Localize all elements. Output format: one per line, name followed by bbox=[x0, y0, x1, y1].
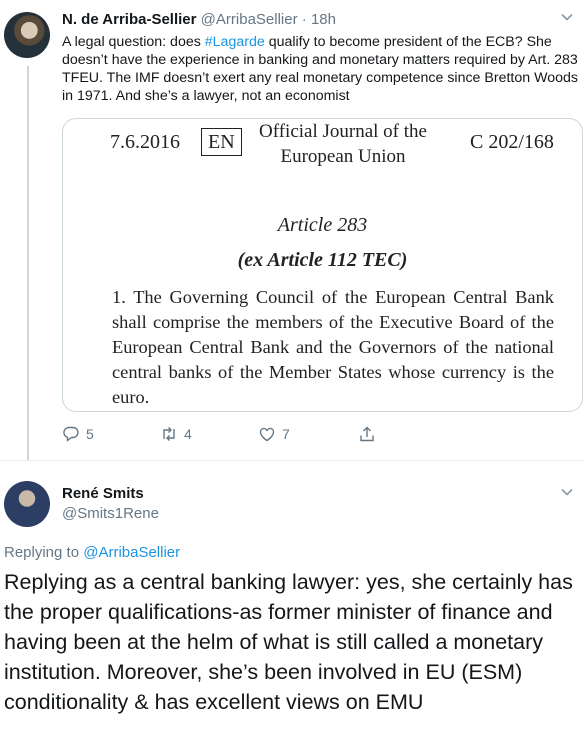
reply-count: 5 bbox=[86, 426, 94, 442]
like-button[interactable]: 7 bbox=[258, 425, 290, 443]
tweet-reply[interactable]: René Smits @Smits1Rene Replying to @Arri… bbox=[0, 460, 584, 750]
retweet-button[interactable]: 4 bbox=[160, 425, 192, 443]
reply-icon bbox=[63, 426, 79, 442]
thread-connector bbox=[27, 66, 29, 470]
like-count: 7 bbox=[282, 426, 290, 442]
author-handle[interactable]: @Smits1Rene bbox=[62, 505, 159, 522]
retweet-count: 4 bbox=[184, 426, 192, 442]
tweet-text: Replying as a central banking lawyer: ye… bbox=[4, 570, 573, 714]
chevron-down-icon[interactable] bbox=[560, 10, 574, 24]
like-icon bbox=[259, 427, 275, 442]
author-name[interactable]: N. de Arriba-Sellier bbox=[62, 11, 197, 28]
doc-journal-line1: Official Journal of the bbox=[259, 121, 427, 142]
replying-to: Replying to @ArribaSellier bbox=[4, 544, 180, 561]
tweet-time[interactable]: 18h bbox=[311, 11, 336, 28]
tweet-text: A legal question: does #Lagarde qualify … bbox=[62, 33, 582, 105]
doc-date: 7.6.2016 bbox=[110, 131, 180, 153]
doc-reference: C 202/168 bbox=[470, 131, 554, 153]
tweet-image[interactable]: 7.6.2016 EN Official Journal of the Euro… bbox=[62, 118, 583, 412]
share-icon bbox=[360, 426, 374, 442]
doc-language-box: EN bbox=[201, 128, 242, 156]
author-handle[interactable]: @ArribaSellier bbox=[201, 11, 298, 28]
separator: · bbox=[297, 11, 311, 28]
share-button[interactable] bbox=[358, 425, 376, 443]
doc-paragraph: 1. The Governing Council of the European… bbox=[112, 287, 554, 407]
author-name[interactable]: René Smits bbox=[62, 485, 144, 502]
doc-journal-line2: European Union bbox=[280, 146, 406, 167]
tweet-actions: 5 4 7 bbox=[62, 425, 392, 447]
doc-article-title: Article 283 bbox=[277, 214, 368, 236]
reply-button[interactable]: 5 bbox=[62, 425, 94, 443]
tweet-header: N. de Arriba-Sellier @ArribaSellier · 18… bbox=[62, 11, 336, 28]
doc-ex-article: (ex Article 112 TEC) bbox=[237, 249, 408, 271]
replying-to-link[interactable]: @ArribaSellier bbox=[83, 544, 180, 561]
avatar[interactable] bbox=[4, 12, 50, 58]
tweet-text-part: A legal question: does bbox=[62, 34, 205, 50]
replying-to-label: Replying to bbox=[4, 544, 84, 561]
avatar[interactable] bbox=[4, 481, 50, 527]
doc-journal-title: Official Journal of the European Union bbox=[253, 119, 433, 169]
chevron-down-icon[interactable] bbox=[560, 485, 574, 499]
hashtag-link[interactable]: #Lagarde bbox=[205, 34, 265, 50]
retweet-icon bbox=[163, 427, 175, 441]
document-excerpt: 7.6.2016 EN Official Journal of the Euro… bbox=[63, 119, 582, 411]
tweet-original[interactable]: N. de Arriba-Sellier @ArribaSellier · 18… bbox=[0, 0, 584, 470]
